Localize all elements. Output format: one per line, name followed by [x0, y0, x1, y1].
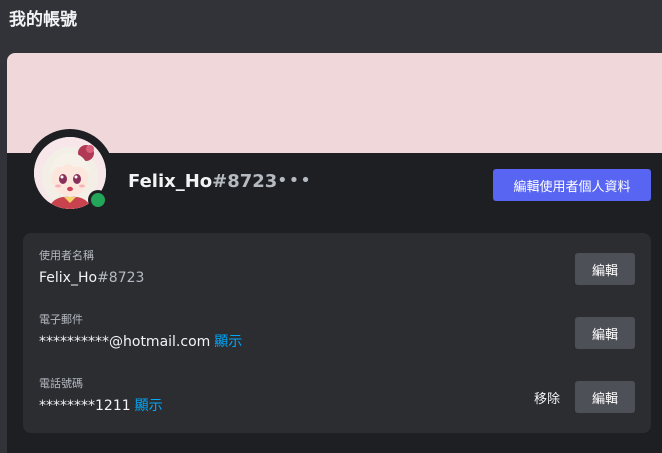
email-value-row: **********@hotmail.com 顯示: [39, 333, 242, 351]
username-value: Felix_Ho#8723: [39, 270, 145, 286]
edit-username-button[interactable]: 編輯: [575, 253, 635, 285]
page-title: 我的帳號: [9, 10, 77, 30]
avatar-wrapper: [26, 129, 114, 217]
email-field: 電子郵件 **********@hotmail.com 顯示 編輯: [39, 313, 639, 357]
edit-phone-button[interactable]: 編輯: [575, 381, 635, 413]
edit-email-button[interactable]: 編輯: [575, 317, 635, 349]
phone-field: 電話號碼 ********1211 顯示 移除 編輯: [39, 377, 639, 421]
username-label: 使用者名稱: [39, 249, 94, 262]
profile-banner: [7, 53, 662, 153]
remove-phone-button[interactable]: 移除: [525, 381, 569, 413]
email-label: 電子郵件: [39, 313, 83, 326]
username-field: 使用者名稱 Felix_Ho#8723 編輯: [39, 249, 639, 293]
phone-value-row: ********1211 顯示: [39, 397, 163, 415]
email-value: **********@hotmail.com: [39, 334, 211, 350]
profile-username: Felix_Ho#8723: [128, 171, 278, 192]
online-status-icon: [88, 190, 108, 210]
phone-label: 電話號碼: [39, 377, 83, 390]
phone-value: ********1211: [39, 398, 131, 414]
more-options-icon[interactable]: •••: [277, 171, 312, 191]
edit-user-profile-button[interactable]: 編輯使用者個人資料: [493, 169, 651, 201]
account-profile-card: Felix_Ho#8723 ••• 編輯使用者個人資料 使用者名稱 Felix_…: [7, 53, 662, 453]
username-discriminator: #8723: [97, 270, 145, 286]
reveal-email-link[interactable]: 顯示: [214, 334, 242, 350]
profile-discriminator: #8723: [212, 171, 278, 192]
reveal-phone-link[interactable]: 顯示: [135, 398, 163, 414]
account-info-panel: 使用者名稱 Felix_Ho#8723 編輯 電子郵件 **********@h…: [23, 233, 651, 433]
